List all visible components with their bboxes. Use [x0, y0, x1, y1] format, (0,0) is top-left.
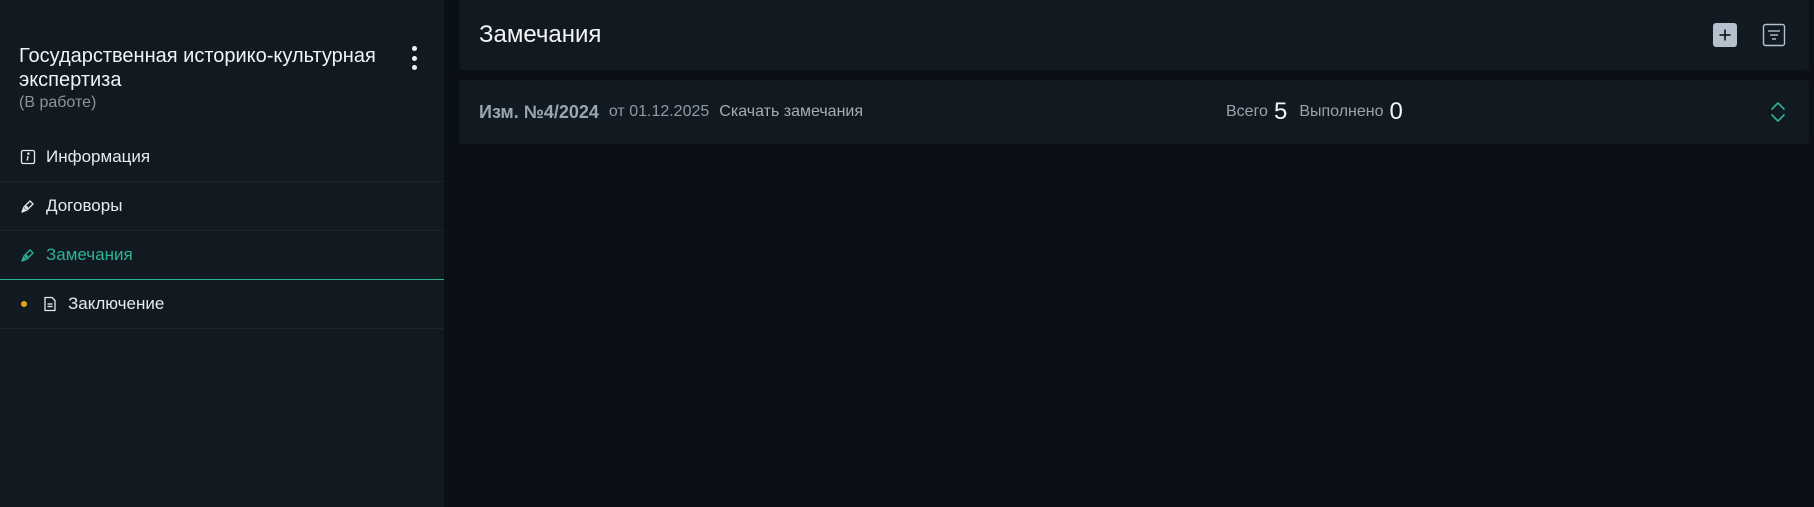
main-content: Замечания Изм. №4/2024 от 01.12.2025 Ска… [444, 0, 1814, 507]
add-button[interactable] [1713, 23, 1737, 47]
sidebar-item-conclusion[interactable]: Заключение [0, 280, 444, 329]
revision-stats: Всего 5 Выполнено 0 [1226, 80, 1415, 144]
sidebar-item-label: Информация [46, 147, 151, 166]
page-header: Замечания [459, 0, 1809, 70]
sidebar-item-remarks[interactable]: Замечания [0, 231, 444, 280]
page-title: Замечания [479, 21, 602, 48]
sidebar-nav: Информация Договоры Замечания Заключение [0, 133, 444, 329]
download-remarks-link[interactable]: Скачать замечания [719, 103, 863, 121]
document-icon [41, 295, 59, 313]
filter-icon [1762, 23, 1786, 47]
total-value: 5 [1273, 98, 1288, 125]
revision-date: от 01.12.2025 [608, 103, 710, 120]
sidebar-item-contracts[interactable]: Договоры [0, 182, 444, 231]
project-header: Государственная историко-культурная эксп… [0, 0, 444, 133]
done-value: 0 [1389, 98, 1403, 125]
sidebar-item-label: Заключение [68, 294, 165, 313]
project-title: Государственная историко-культурная эксп… [19, 45, 376, 91]
info-icon [19, 148, 37, 166]
sidebar: Государственная историко-культурная эксп… [0, 0, 444, 507]
plus-icon [1719, 29, 1731, 41]
filter-button[interactable] [1761, 22, 1787, 48]
app-root: Государственная историко-культурная эксп… [0, 0, 1814, 507]
done-label: Выполнено [1299, 103, 1384, 120]
kebab-menu-icon[interactable] [406, 46, 422, 70]
total-label: Всего [1226, 103, 1268, 120]
revision-row[interactable]: Изм. №4/2024 от 01.12.2025 Скачать замеч… [459, 80, 1809, 144]
pen-icon [19, 246, 37, 264]
header-actions [1713, 0, 1787, 70]
chevron-updown-icon[interactable] [1769, 100, 1787, 124]
pen-icon [19, 197, 37, 215]
status-dot [21, 301, 27, 307]
sidebar-item-label: Договоры [46, 196, 123, 215]
project-status: (В работе) [19, 94, 97, 111]
sidebar-item-info[interactable]: Информация [0, 133, 444, 182]
revision-number: Изм. №4/2024 [479, 101, 599, 122]
sidebar-item-label: Замечания [46, 245, 133, 264]
